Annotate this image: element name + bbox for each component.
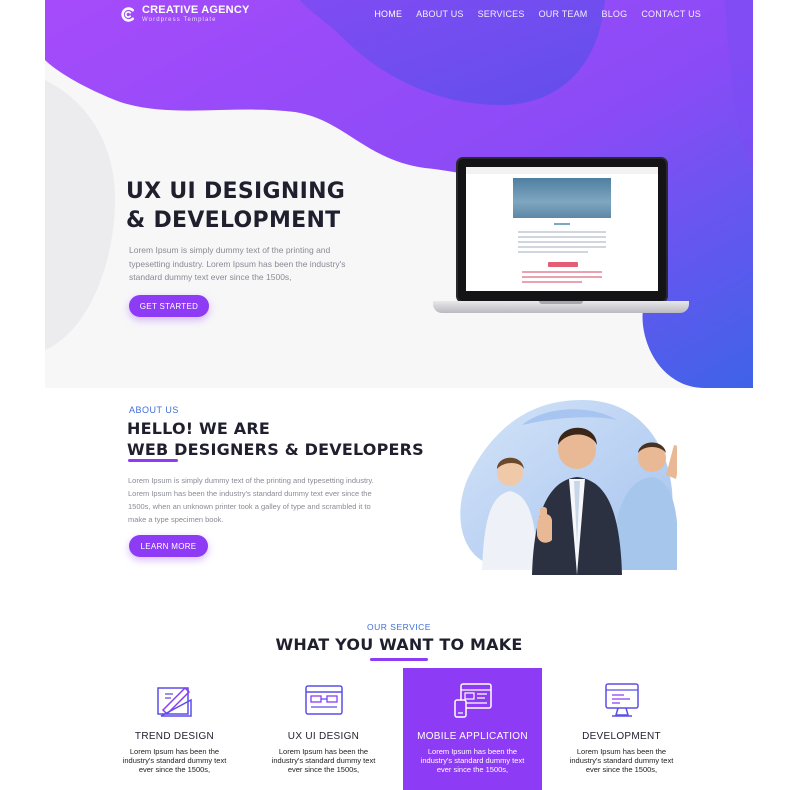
team-photo-image <box>460 400 677 575</box>
nav-blog[interactable]: BLOG <box>602 9 628 19</box>
services-label: OUR SERVICE <box>367 622 431 632</box>
main-nav: HOME ABOUT US SERVICES OUR TEAM BLOG CON… <box>374 9 701 19</box>
hero-section: CREATIVE AGENCY Wordpress Template HOME … <box>45 0 753 388</box>
laptop-lid <box>456 157 668 303</box>
wireframe-icon <box>305 685 343 715</box>
service-title: TREND DESIGN <box>134 731 215 742</box>
service-card-trend-design[interactable]: TREND DESIGN Lorem Ipsum has been the in… <box>105 668 244 790</box>
about-label: ABOUT US <box>129 405 179 415</box>
services-title: WHAT YOU WANT TO MAKE <box>275 635 523 654</box>
code-monitor-icon <box>605 683 639 717</box>
service-card-development[interactable]: DEVELOPMENT Lorem Ipsum has been the ind… <box>552 668 691 790</box>
hero-description: Lorem Ipsum is simply dummy text of the … <box>129 245 346 282</box>
brand-title: CREATIVE AGENCY <box>142 4 250 16</box>
service-description: Lorem Ipsum has been the industry's stan… <box>122 747 227 774</box>
get-started-button[interactable]: GET STARTED <box>129 295 209 317</box>
learn-more-button[interactable]: LEARN MORE <box>129 535 208 557</box>
service-description: Lorem Ipsum has been the industry's stan… <box>420 747 525 774</box>
about-underline <box>128 459 178 462</box>
hero-title: UX UI DESIGNING & DEVELOPMENT <box>126 177 345 235</box>
design-tools-icon <box>157 686 192 717</box>
nav-home[interactable]: HOME <box>374 9 402 19</box>
service-description: Lorem Ipsum has been the industry's stan… <box>569 747 674 774</box>
nav-our-team[interactable]: OUR TEAM <box>539 9 588 19</box>
nav-services[interactable]: SERVICES <box>478 9 525 19</box>
service-title: DEVELOPMENT <box>582 731 661 742</box>
service-title: UX UI DESIGN <box>287 731 360 742</box>
nav-contact-us[interactable]: CONTACT US <box>641 9 701 19</box>
hero-title-line1: UX UI DESIGNING <box>126 179 346 204</box>
about-title-line2: WEB DESIGNERS & DEVELOPERS <box>127 440 424 459</box>
screen-photo <box>513 178 611 218</box>
about-description: Lorem Ipsum is simply dummy text of the … <box>128 476 374 524</box>
service-card-ux-ui-design[interactable]: UX UI DESIGN Lorem Ipsum has been the in… <box>254 668 393 790</box>
brand-logo[interactable]: CREATIVE AGENCY Wordpress Template <box>120 5 250 24</box>
laptop-mockup-image <box>433 157 689 317</box>
service-title: MOBILE APPLICATION <box>417 731 528 742</box>
service-description: Lorem Ipsum has been the industry's stan… <box>271 747 376 774</box>
mobile-devices-icon <box>454 683 492 718</box>
page: CREATIVE AGENCY Wordpress Template HOME … <box>45 0 753 790</box>
logo-c-icon <box>121 7 135 22</box>
laptop-screen <box>466 167 658 291</box>
hero-title-line2: & DEVELOPMENT <box>126 208 341 233</box>
services-underline <box>370 658 428 661</box>
about-title-line1: HELLO! WE ARE <box>127 419 270 438</box>
about-title: HELLO! WE ARE WEB DESIGNERS & DEVELOPERS <box>127 418 424 460</box>
nav-about-us[interactable]: ABOUT US <box>416 9 463 19</box>
brand-subtitle: Wordpress Template <box>142 17 217 23</box>
service-card-mobile-application[interactable]: MOBILE APPLICATION Lorem Ipsum has been … <box>403 668 542 790</box>
